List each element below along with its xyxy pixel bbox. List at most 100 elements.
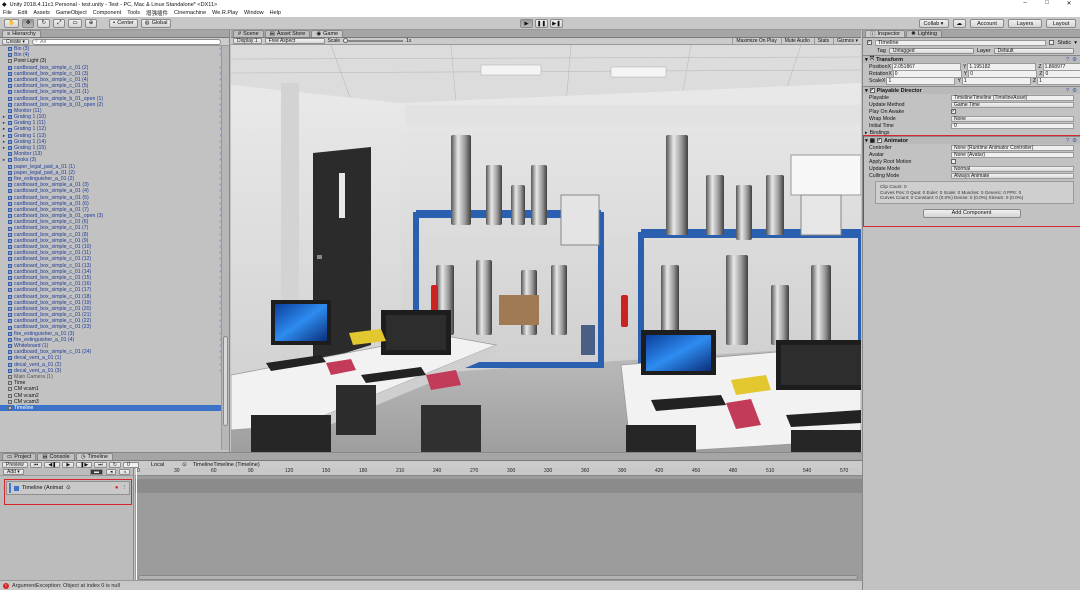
gameobject-icon <box>8 65 12 70</box>
menu-item-10[interactable]: Help <box>270 10 281 16</box>
timeline-ruler[interactable]: 0 30 60 90 120 150 180 210 240 270 300 330 360 390 420… <box>135 468 862 476</box>
tab-inspector[interactable]: ⓘ Inspector <box>865 30 906 38</box>
space-toggle[interactable]: ◍ Global <box>140 18 172 28</box>
loop-toggle[interactable]: ↻ <box>108 461 121 468</box>
globe-icon: ◍ <box>144 20 150 26</box>
menu-item-9[interactable]: Window <box>244 10 264 16</box>
next-frame-button[interactable]: ❚▶ <box>76 461 93 468</box>
playable-director-header[interactable]: ▾ ✓ Playable Director ? ⚙ <box>863 86 1080 94</box>
next-frame-icon: ❚▶ <box>80 461 89 468</box>
cloud-button[interactable]: ☁ <box>952 19 966 28</box>
add-track-button[interactable]: Add ▾ <box>3 468 24 475</box>
settings-icon[interactable]: ⚙ <box>1072 88 1077 94</box>
maximize-on-play-toggle[interactable]: Maximize On Play <box>732 38 779 44</box>
step-button[interactable]: ▶❚ <box>550 19 563 28</box>
tab-console[interactable]: ▤ Console <box>37 453 75 460</box>
scale-slider-thumb[interactable] <box>343 38 349 43</box>
track-marker-button[interactable]: ◂ <box>105 468 117 475</box>
tab-lighting[interactable]: ✺ Lighting <box>906 30 943 37</box>
go-to-start-button[interactable]: ⏮ <box>29 461 43 468</box>
go-to-end-button[interactable]: ⏭ <box>94 461 107 468</box>
mute-audio-toggle[interactable]: Mute Audio <box>780 38 813 44</box>
playable-director-enabled-checkbox[interactable]: ✓ <box>869 88 875 93</box>
static-checkbox[interactable] <box>1049 40 1055 45</box>
property-label: Playable <box>869 94 889 101</box>
static-dropdown-icon[interactable]: ▾ <box>1074 40 1077 46</box>
hierarchy-item[interactable]: Timeline <box>0 404 222 412</box>
active-checkbox[interactable]: ✓ <box>867 40 872 45</box>
menu-item-5[interactable]: Tools <box>127 10 140 16</box>
playhead[interactable] <box>136 468 137 581</box>
tab-hierarchy[interactable]: ≡ Hierarchy <box>2 30 41 37</box>
scrollbar-thumb[interactable] <box>223 336 228 426</box>
status-message: ArgumentException: Object at index 0 is … <box>12 582 120 589</box>
tag-dropdown[interactable]: Untagged <box>888 48 974 54</box>
tab-scene[interactable]: # Scene <box>233 30 264 37</box>
property-field[interactable]: Game Time <box>951 101 1074 108</box>
menu-item-4[interactable]: Component <box>93 10 121 16</box>
display-dropdown[interactable]: Display 1 <box>233 38 262 44</box>
object-name-field[interactable]: Timeline <box>875 39 1047 46</box>
pivot-toggle[interactable]: ▪ Center <box>109 18 138 28</box>
menu-item-0[interactable]: File <box>3 10 12 16</box>
minimize-button[interactable]: – <box>1014 0 1036 7</box>
scale-z[interactable] <box>1037 76 1080 85</box>
scale-y[interactable] <box>961 76 1031 85</box>
timeline-play-button[interactable]: ▶ <box>62 461 75 468</box>
scale-x[interactable] <box>886 76 956 85</box>
pause-button[interactable]: ❚❚ <box>535 19 548 28</box>
rect-tool-button[interactable]: ▭ <box>68 18 82 28</box>
track-options-button[interactable]: ◃ <box>119 468 130 475</box>
playable-director-title: Playable Director <box>876 87 922 94</box>
layers-button[interactable]: Layers <box>1008 19 1042 28</box>
tag-label: Tag <box>877 48 886 54</box>
create-dropdown[interactable]: Create ▾ <box>2 38 29 45</box>
layout-button[interactable]: Layout <box>1046 19 1076 28</box>
lock-icon[interactable]: ⊙ <box>182 462 187 468</box>
timeline-tracks-area[interactable]: 0 30 60 90 120 150 180 210 240 270 300 330 360 390 420… <box>135 468 862 581</box>
menu-item-2[interactable]: Assets <box>33 10 50 16</box>
menu-item-7[interactable]: Cinemachine <box>174 10 206 16</box>
track-filter-button[interactable]: ▬ <box>89 468 103 475</box>
transform-tool-button[interactable]: ⊕ <box>84 18 98 28</box>
gizmos-dropdown[interactable]: Gizmos ▾ <box>833 38 861 44</box>
property-checkbox[interactable]: ✓ <box>951 109 956 114</box>
account-button[interactable]: Account <box>970 19 1004 28</box>
ruler-tick: 330 <box>544 468 553 474</box>
move-tool-button[interactable]: ✥ <box>21 18 35 28</box>
hand-tool-button[interactable]: ✋ <box>4 18 19 28</box>
aspect-dropdown[interactable]: Free Aspect <box>264 38 325 44</box>
scene-icon: # <box>238 31 242 37</box>
menu-item-3[interactable]: GameObject <box>56 10 87 16</box>
tab-project[interactable]: ▭ Project <box>2 453 37 460</box>
menu-item-8[interactable]: We.R.Play <box>212 10 238 16</box>
stats-toggle[interactable]: Stats <box>813 38 832 44</box>
tab-asset-store[interactable]: ▤ Asset Store <box>264 30 311 37</box>
menu-item-1[interactable]: Edit <box>18 10 27 16</box>
close-button[interactable]: ✕ <box>1058 0 1080 7</box>
property-field[interactable]: 0 <box>951 122 1074 129</box>
prev-frame-button[interactable]: ◀❚ <box>44 461 61 468</box>
hierarchy-search-input[interactable]: ⌕ All <box>31 38 221 45</box>
play-button[interactable]: ▶ <box>520 19 533 28</box>
game-viewport[interactable] <box>231 45 861 452</box>
folder-icon: ▭ <box>7 454 13 460</box>
game-tab-label: Game <box>323 31 339 37</box>
property-field[interactable]: TimelineTimeline (TimelineAsset) <box>951 94 1074 101</box>
track-lane[interactable] <box>135 479 862 493</box>
frame-field[interactable]: 0 <box>122 461 139 468</box>
menu-item-6[interactable]: 增强插件 <box>146 9 168 17</box>
scale-tool-button[interactable]: ⤢ <box>53 18 66 28</box>
scale-slider[interactable] <box>343 38 404 43</box>
collab-button[interactable]: Collab ▾ <box>918 19 949 28</box>
layer-dropdown[interactable]: Default <box>993 48 1074 54</box>
tab-timeline[interactable]: ◷ Timeline <box>75 453 114 460</box>
property-field[interactable]: None <box>951 115 1074 122</box>
status-bar[interactable]: ! ArgumentException: Object at index 0 i… <box>0 580 862 590</box>
maximize-button[interactable]: □ <box>1036 0 1058 7</box>
tab-game[interactable]: ◉ Game <box>311 30 344 37</box>
preview-toggle[interactable]: Preview <box>2 461 28 468</box>
rotate-tool-button[interactable]: ↻ <box>37 18 51 28</box>
hierarchy-scrollbar[interactable] <box>221 46 229 450</box>
help-icon[interactable]: ? <box>1066 88 1069 94</box>
